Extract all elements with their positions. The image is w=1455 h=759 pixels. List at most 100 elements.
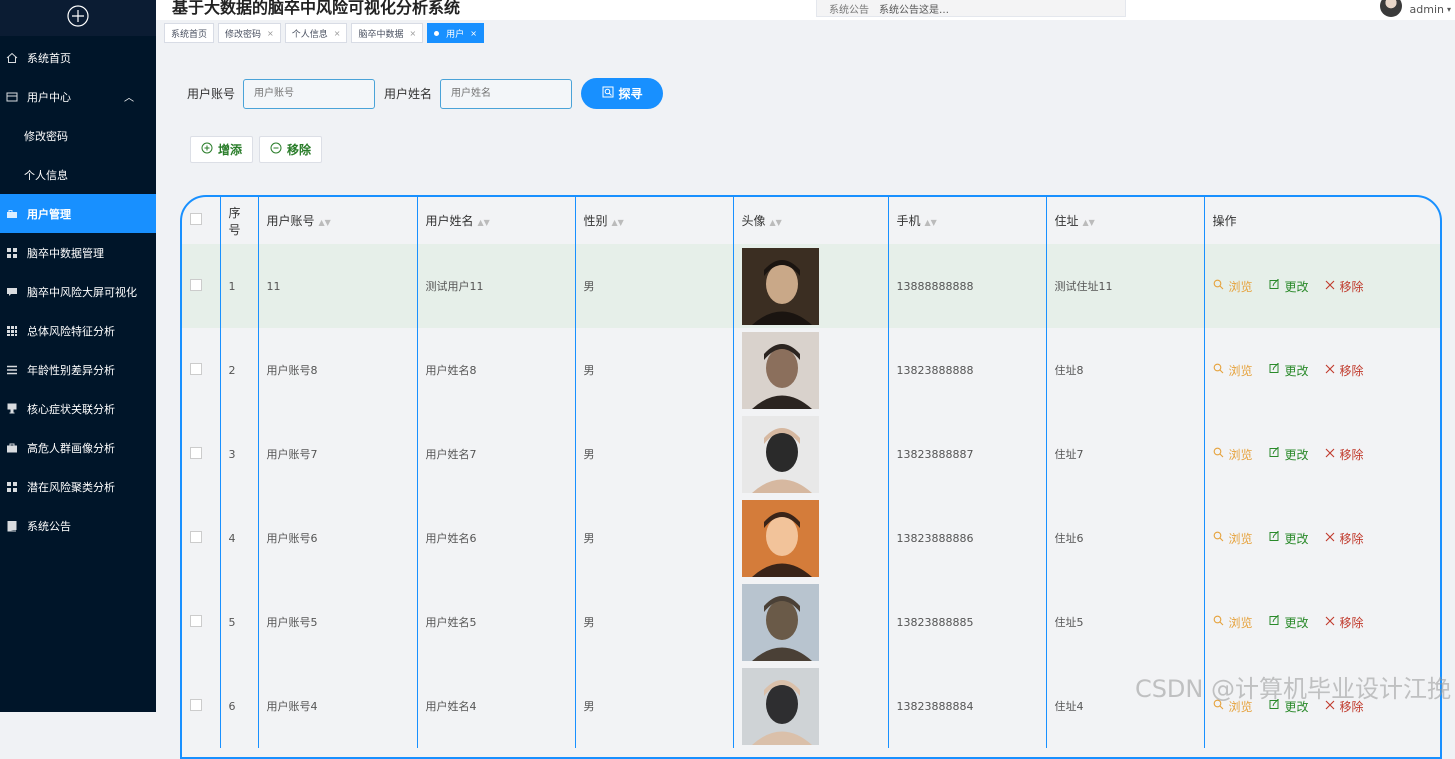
tab-change-password[interactable]: 修改密码 × bbox=[218, 23, 281, 43]
select-all-checkbox[interactable] bbox=[190, 213, 202, 225]
grid-icon bbox=[5, 324, 19, 338]
user-photo[interactable] bbox=[741, 499, 819, 577]
avatar-cell bbox=[733, 412, 889, 496]
view-button[interactable]: 浏览 bbox=[1213, 278, 1253, 295]
tab-stroke-data[interactable]: 脑卒中数据 × bbox=[351, 23, 424, 43]
header-avatar[interactable]: 头像 ▲▼ bbox=[733, 197, 889, 244]
sort-icon[interactable]: ▲▼ bbox=[612, 218, 624, 227]
sidebar-item-notice[interactable]: 系统公告 bbox=[0, 506, 156, 545]
sidebar-item-label: 用户管理 bbox=[27, 207, 71, 221]
delete-button[interactable]: 移除 bbox=[1325, 446, 1364, 463]
header-gender[interactable]: 性别 ▲▼ bbox=[575, 197, 734, 244]
delete-button[interactable]: 移除 bbox=[1325, 614, 1364, 631]
tab-label: 修改密码 bbox=[225, 29, 262, 40]
edit-label: 更改 bbox=[1284, 279, 1309, 294]
close-icon[interactable]: × bbox=[267, 29, 274, 38]
user-photo[interactable] bbox=[741, 331, 819, 409]
sidebar-item-home[interactable]: 系统首页 bbox=[0, 38, 156, 77]
close-icon bbox=[1325, 447, 1335, 461]
active-dot-icon bbox=[434, 30, 440, 36]
header-phone[interactable]: 手机 ▲▼ bbox=[888, 197, 1047, 244]
search-button[interactable]: 探寻 bbox=[581, 78, 664, 109]
sort-icon[interactable]: ▲▼ bbox=[1083, 218, 1095, 227]
view-button[interactable]: 浏览 bbox=[1213, 530, 1253, 547]
sidebar-item-change-password[interactable]: 修改密码 bbox=[0, 116, 156, 155]
tab-profile[interactable]: 个人信息 × bbox=[284, 23, 348, 43]
sidebar-item-age-gender[interactable]: 年龄性别差异分析 bbox=[0, 350, 156, 389]
name-cell: 用户姓名5 bbox=[417, 580, 576, 664]
gender-cell: 男 bbox=[575, 412, 734, 496]
sidebar-item-profile[interactable]: 个人信息 bbox=[0, 155, 156, 194]
gender-cell: 男 bbox=[575, 496, 734, 580]
sort-icon[interactable]: ▲▼ bbox=[319, 218, 331, 227]
row-checkbox[interactable] bbox=[190, 698, 202, 711]
index-cell: 5 bbox=[220, 580, 259, 664]
sidebar-item-label: 潜在风险聚类分析 bbox=[27, 480, 115, 494]
table-row[interactable]: 3 用户账号7 用户姓名7 男 13823888887 住址7 浏览 更改 移除 bbox=[182, 412, 1440, 496]
sidebar-item-stroke-data[interactable]: 脑卒中数据管理 bbox=[0, 233, 156, 272]
top-header: 基于大数据的脑卒中风险可视化分析系统 系统公告 系统公告这是… admin ▾ bbox=[156, 0, 1455, 20]
row-checkbox[interactable] bbox=[190, 278, 202, 291]
remove-button-label: 移除 bbox=[287, 143, 312, 157]
edit-icon bbox=[1269, 614, 1280, 629]
sort-icon[interactable]: ▲▼ bbox=[478, 218, 490, 227]
remove-button[interactable]: 移除 bbox=[259, 136, 323, 163]
edit-label: 更改 bbox=[1284, 363, 1309, 378]
close-icon[interactable]: × bbox=[470, 29, 477, 38]
delete-button[interactable]: 移除 bbox=[1325, 278, 1364, 295]
table-row[interactable]: 2 用户账号8 用户姓名8 男 13823888888 住址8 浏览 更改 移除 bbox=[182, 328, 1440, 412]
name-input[interactable] bbox=[440, 78, 573, 109]
header-account[interactable]: 用户账号 ▲▼ bbox=[258, 197, 418, 244]
table-row[interactable]: 1 11 测试用户11 男 13888888888 测试住址11 浏览 更改 移除 bbox=[182, 244, 1440, 328]
view-button[interactable]: 浏览 bbox=[1213, 362, 1253, 379]
user-photo[interactable] bbox=[741, 247, 819, 325]
user-photo[interactable] bbox=[741, 667, 819, 745]
notice-bar[interactable]: 系统公告 系统公告这是… bbox=[816, 0, 1126, 17]
header-name[interactable]: 用户姓名 ▲▼ bbox=[417, 197, 576, 244]
sidebar-item-high-risk[interactable]: 高危人群画像分析 bbox=[0, 428, 156, 467]
phone-cell: 13823888888 bbox=[888, 328, 1047, 412]
close-icon bbox=[1325, 279, 1335, 293]
search-icon bbox=[1213, 363, 1224, 377]
add-button[interactable]: 增添 bbox=[190, 136, 254, 163]
user-photo[interactable] bbox=[741, 415, 819, 493]
header-address[interactable]: 住址 ▲▼ bbox=[1046, 197, 1205, 244]
search-icon bbox=[602, 86, 614, 101]
sidebar-item-cluster[interactable]: 潜在风险聚类分析 bbox=[0, 467, 156, 506]
row-checkbox[interactable] bbox=[190, 362, 202, 375]
edit-button[interactable]: 更改 bbox=[1269, 278, 1309, 295]
edit-button[interactable]: 更改 bbox=[1269, 614, 1309, 631]
sidebar-item-big-screen[interactable]: 脑卒中风险大屏可视化 bbox=[0, 272, 156, 311]
close-icon[interactable]: × bbox=[409, 29, 416, 38]
ops-cell: 浏览 更改 移除 bbox=[1204, 412, 1440, 496]
edit-button[interactable]: 更改 bbox=[1269, 446, 1309, 463]
add-button-label: 增添 bbox=[218, 143, 243, 157]
tab-home[interactable]: 系统首页 bbox=[164, 23, 215, 43]
sidebar-item-overall-risk[interactable]: 总体风险特征分析 bbox=[0, 311, 156, 350]
delete-button[interactable]: 移除 bbox=[1325, 530, 1364, 547]
sidebar-item-symptom[interactable]: 核心症状关联分析 bbox=[0, 389, 156, 428]
edit-button[interactable]: 更改 bbox=[1269, 362, 1309, 379]
table-row[interactable]: 4 用户账号6 用户姓名6 男 13823888886 住址6 浏览 更改 移除 bbox=[182, 496, 1440, 580]
account-input[interactable] bbox=[243, 78, 376, 109]
view-label: 浏览 bbox=[1228, 279, 1253, 294]
view-button[interactable]: 浏览 bbox=[1213, 446, 1253, 463]
sidebar-item-user-management[interactable]: 用户管理 bbox=[0, 194, 156, 233]
row-checkbox[interactable] bbox=[190, 446, 202, 459]
tab-user[interactable]: 用户 × bbox=[427, 23, 484, 43]
header-index: 序号 bbox=[220, 197, 259, 244]
sort-icon[interactable]: ▲▼ bbox=[770, 218, 782, 227]
avatar-cell bbox=[733, 244, 889, 328]
sort-icon[interactable]: ▲▼ bbox=[925, 218, 937, 227]
add-circle-icon[interactable] bbox=[67, 5, 89, 31]
table-row[interactable]: 5 用户账号5 用户姓名5 男 13823888885 住址5 浏览 更改 移除 bbox=[182, 580, 1440, 664]
delete-button[interactable]: 移除 bbox=[1325, 362, 1364, 379]
sidebar-item-user-center[interactable]: 用户中心 ︿ bbox=[0, 77, 156, 116]
user-photo[interactable] bbox=[741, 583, 819, 661]
edit-button[interactable]: 更改 bbox=[1269, 530, 1309, 547]
view-button[interactable]: 浏览 bbox=[1213, 614, 1253, 631]
row-checkbox[interactable] bbox=[190, 530, 202, 543]
close-icon[interactable]: × bbox=[334, 29, 341, 38]
user-menu[interactable]: admin ▾ bbox=[1379, 0, 1451, 18]
row-checkbox[interactable] bbox=[190, 614, 202, 627]
